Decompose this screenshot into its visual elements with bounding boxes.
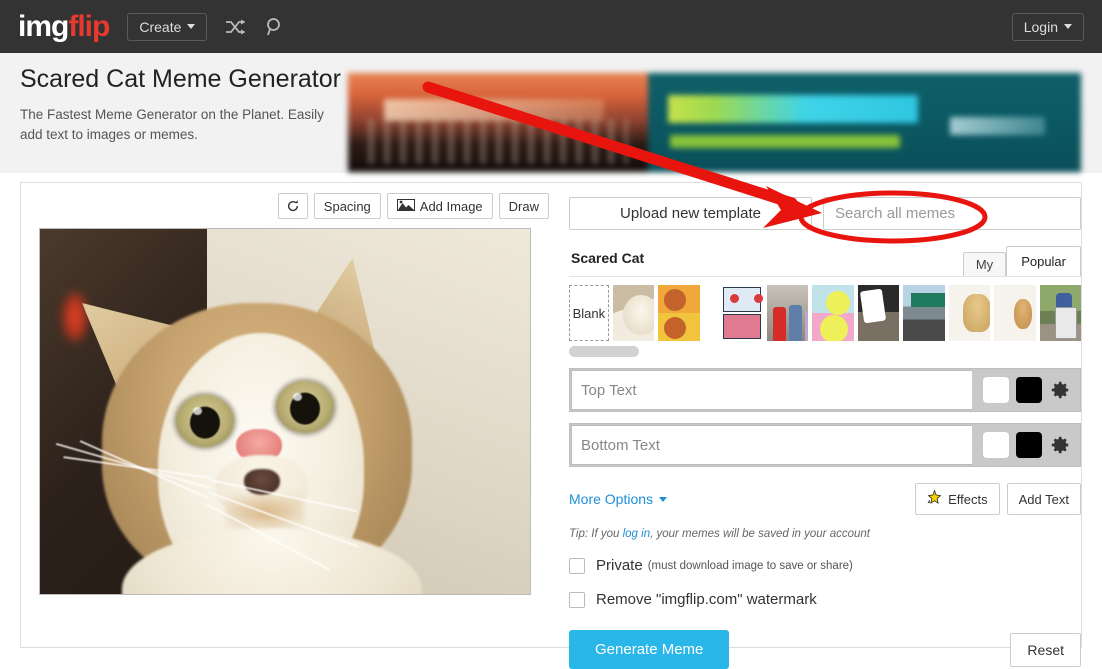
top-text-row: [569, 368, 1081, 412]
bottom-text-style-controls: [972, 424, 1080, 466]
top-text-outline-color-swatch[interactable]: [1016, 377, 1042, 403]
template-header: Scared Cat My Popular: [569, 246, 1081, 277]
private-hint: (must download image to save or share): [647, 559, 853, 572]
shuffle-icon[interactable]: [225, 19, 247, 35]
ad-banner[interactable]: [347, 72, 1082, 173]
template-tabs: My Popular: [962, 246, 1081, 277]
thumb-blank[interactable]: Blank: [569, 285, 609, 341]
thumb-buff-doge[interactable]: [948, 285, 991, 341]
tip-suffix: , your memes will be saved in your accou…: [650, 528, 870, 540]
tip-prefix: Tip: If you: [569, 528, 623, 540]
watermark-row: Remove "imgflip.com" watermark: [569, 591, 1081, 608]
action-row: Generate Meme Reset: [569, 630, 1081, 669]
spacing-button[interactable]: Spacing: [313, 193, 381, 219]
meme-generator-card: Spacing Add Image Draw Upload new templa…: [20, 182, 1082, 669]
draw-button[interactable]: Draw: [498, 193, 549, 219]
create-button-label: Create: [139, 18, 182, 35]
image-toolbar: Spacing Add Image Draw: [39, 193, 549, 219]
more-options-toggle[interactable]: More Options: [569, 491, 668, 507]
rotate-button[interactable]: [277, 193, 308, 219]
thumb-drake[interactable]: [658, 285, 700, 341]
draw-button-label: Draw: [508, 198, 539, 214]
meme-image-canvas[interactable]: [39, 228, 531, 595]
login-tip: Tip: If you log in, your memes will be s…: [569, 528, 1081, 540]
bottom-text-row: [569, 423, 1081, 467]
template-strip: Blank: [569, 276, 1081, 357]
tab-popular[interactable]: Popular: [1006, 246, 1081, 277]
page-title: Scared Cat Meme Generator: [20, 65, 341, 93]
chevron-down-icon: [659, 496, 668, 502]
search-all-memes-input[interactable]: [823, 197, 1081, 230]
page-subtitle: The Fastest Meme Generator on the Planet…: [20, 107, 324, 142]
sparkle-icon: [927, 489, 942, 508]
add-text-button[interactable]: Add Text: [1006, 483, 1081, 515]
ad-right-image: [648, 73, 1081, 172]
add-text-button-label: Add Text: [1018, 491, 1069, 507]
template-thumbnails: Blank: [569, 285, 1081, 341]
top-text-fill-color-swatch[interactable]: [983, 377, 1009, 403]
search-icon[interactable]: [265, 17, 285, 37]
gear-icon[interactable]: [1049, 434, 1071, 456]
effects-button-label: Effects: [948, 491, 988, 507]
template-actions-row: Upload new template: [569, 197, 1081, 230]
add-image-button-label: Add Image: [419, 198, 483, 214]
top-text-input[interactable]: [571, 370, 972, 410]
tab-my[interactable]: My: [962, 252, 1007, 277]
reset-button[interactable]: Reset: [1010, 632, 1081, 667]
thumb-pink-cartoon[interactable]: [812, 285, 854, 341]
effects-button[interactable]: Effects: [915, 483, 1000, 515]
current-template-name: Scared Cat: [571, 250, 645, 266]
generate-meme-button[interactable]: Generate Meme: [569, 630, 730, 669]
login-button-label: Login: [1023, 18, 1058, 35]
add-image-button[interactable]: Add Image: [386, 193, 493, 219]
private-label: Private: [596, 557, 643, 574]
upload-new-template-button[interactable]: Upload new template: [569, 197, 812, 230]
remove-watermark-checkbox[interactable]: [569, 591, 585, 608]
gear-icon[interactable]: [1049, 379, 1071, 401]
options-row: More Options Effects Add Text: [569, 483, 1081, 515]
top-navbar: imgflip Create Login: [0, 0, 1102, 53]
meme-preview-column: Spacing Add Image Draw: [39, 193, 549, 595]
private-row: Private (must download image to save or …: [569, 557, 1081, 574]
bottom-text-outline-color-swatch[interactable]: [1016, 432, 1042, 458]
create-button[interactable]: Create: [127, 12, 208, 41]
thumb-trash-can[interactable]: [1039, 285, 1081, 341]
scared-cat-image: [40, 229, 530, 594]
login-button[interactable]: Login: [1011, 12, 1084, 41]
ad-secondary-logo: [950, 117, 1045, 135]
thumb-scared-cat[interactable]: [612, 285, 655, 341]
bottom-text-input[interactable]: [571, 425, 972, 465]
spacing-button-label: Spacing: [323, 198, 371, 214]
logo-img-text: img: [18, 9, 69, 43]
remove-watermark-label: Remove "imgflip.com" watermark: [596, 591, 817, 608]
text-tool-buttons: Effects Add Text: [915, 483, 1081, 515]
thumb-cheems[interactable]: [994, 285, 1036, 341]
scrollbar-thumb[interactable]: [569, 346, 639, 357]
template-scrollbar[interactable]: [569, 346, 1081, 357]
thumb-highway-exit[interactable]: [903, 285, 945, 341]
thumb-distracted-boyfriend[interactable]: [766, 285, 809, 341]
thumb-two-panel-comic[interactable]: [721, 285, 763, 341]
private-checkbox[interactable]: [569, 557, 585, 574]
ad-left-image: [348, 73, 648, 172]
ad-brand-logo: [668, 95, 918, 123]
log-in-link[interactable]: log in: [623, 528, 651, 540]
imgflip-logo[interactable]: imgflip: [18, 9, 110, 43]
bottom-text-fill-color-swatch[interactable]: [983, 432, 1009, 458]
chevron-down-icon: [1064, 24, 1072, 29]
page-header: Scared Cat Meme Generator The Fastest Me…: [0, 53, 1102, 173]
thumb-uno-draw-25[interactable]: [857, 285, 900, 341]
top-text-style-controls: [972, 369, 1080, 411]
meme-settings-column: Upload new template Scared Cat My Popula…: [569, 197, 1081, 669]
image-icon: [396, 199, 415, 213]
chevron-down-icon: [187, 24, 196, 29]
ad-tagline: [670, 135, 900, 148]
more-options-label: More Options: [569, 491, 654, 507]
logo-flip-text: flip: [68, 9, 110, 43]
